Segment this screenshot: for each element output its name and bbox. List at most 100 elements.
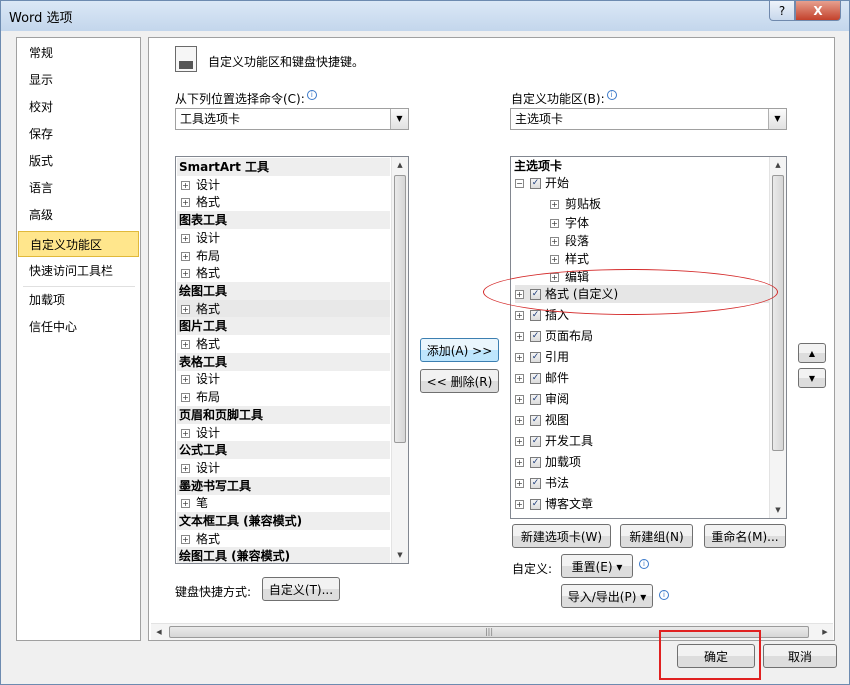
command-item[interactable]: + 格式 — [177, 264, 220, 282]
keyboard-customize-button[interactable]: 自定义(T)... — [262, 577, 340, 601]
expand-icon[interactable]: + — [515, 458, 524, 467]
close-button[interactable]: X — [795, 1, 841, 21]
nav-item-proofing[interactable]: 校对 — [18, 94, 139, 120]
command-group[interactable]: 表格工具 — [177, 352, 390, 371]
expand-icon[interactable]: + — [515, 500, 524, 509]
ribbon-group-item[interactable]: + 段落 — [550, 232, 589, 250]
commands-list[interactable]: ▲ ▼ SmartArt 工具 + 设计 + 格式 图表工具 + 设计 + 布局 + 格式 绘图工具 + 格… — [175, 156, 409, 564]
command-item[interactable]: + 设计 — [177, 424, 220, 442]
help-button[interactable]: ? — [769, 1, 795, 21]
command-item[interactable]: + 设计 — [177, 229, 220, 247]
command-item[interactable]: + 布局 — [177, 247, 220, 265]
command-item[interactable]: + 格式 — [177, 193, 220, 211]
nav-item-trust-center[interactable]: 信任中心 — [18, 314, 139, 340]
expand-icon[interactable]: + — [181, 304, 190, 314]
expand-icon[interactable]: + — [550, 255, 559, 264]
ribbon-tabs-combo[interactable]: 主选项卡 ▼ — [510, 108, 787, 130]
ribbon-tab-item[interactable]: + ✓ 博客文章 — [515, 495, 593, 513]
expand-icon[interactable]: + — [515, 437, 524, 446]
command-group[interactable]: 绘图工具 (兼容模式) — [177, 547, 390, 563]
ribbon-tree-scrollbar[interactable]: ▲ ▼ — [769, 157, 786, 518]
move-up-button[interactable]: ▲ — [798, 343, 826, 363]
expand-icon[interactable]: + — [181, 463, 190, 473]
command-group[interactable]: 公式工具 — [177, 441, 390, 460]
command-group[interactable]: 绘图工具 — [177, 281, 390, 300]
expand-icon[interactable]: + — [550, 237, 559, 246]
import-export-button[interactable]: 导入/导出(P) ▾ — [561, 584, 653, 608]
checkbox[interactable]: ✓ — [530, 457, 541, 468]
checkbox[interactable]: ✓ — [530, 373, 541, 384]
ribbon-group-item[interactable]: + 字体 — [550, 214, 589, 232]
expand-icon[interactable]: + — [515, 311, 524, 320]
ribbon-tree[interactable]: 主选项卡 ▲ ▼ − ✓ 开始 + 剪贴板 + 字体 + 段落 + 样式 + 编辑 + ✓ 格式 (自定义) +… — [510, 156, 787, 519]
ribbon-tab-item[interactable]: + ✓ 视图 — [515, 411, 569, 429]
scroll-down-icon[interactable]: ▼ — [392, 547, 408, 563]
new-group-button[interactable]: 新建组(N) — [620, 524, 693, 548]
checkbox[interactable]: ✓ — [530, 310, 541, 321]
choose-commands-combo[interactable]: 工具选项卡 ▼ — [175, 108, 409, 130]
ribbon-tab-item[interactable]: − ✓ 开始 — [515, 174, 569, 192]
expand-icon[interactable]: + — [181, 180, 190, 190]
expand-icon[interactable]: + — [181, 340, 190, 349]
add-button[interactable]: 添加(A) >> — [420, 338, 499, 362]
command-group[interactable]: 图表工具 — [177, 211, 390, 230]
expand-icon[interactable]: + — [181, 233, 190, 243]
expand-icon[interactable]: + — [181, 251, 190, 261]
nav-item-addins[interactable]: 加载项 — [18, 287, 139, 313]
command-item[interactable]: + 格式 — [177, 335, 220, 353]
expand-icon[interactable]: + — [181, 499, 190, 509]
expand-icon[interactable]: + — [550, 200, 559, 209]
nav-item-quick-access[interactable]: 快速访问工具栏 — [18, 258, 139, 284]
ribbon-tab-item[interactable]: + ✓ 书法 — [515, 474, 569, 492]
chevron-down-icon[interactable]: ▼ — [768, 109, 786, 129]
command-item[interactable]: + 设计 — [177, 459, 220, 477]
expand-icon[interactable]: + — [181, 269, 190, 279]
ribbon-group-item[interactable]: + 样式 — [550, 250, 589, 268]
checkbox[interactable]: ✓ — [530, 436, 541, 447]
checkbox[interactable]: ✓ — [530, 415, 541, 426]
command-group[interactable]: 墨迹书写工具 — [177, 476, 390, 495]
commands-list-scrollbar[interactable]: ▲ ▼ — [391, 157, 408, 563]
command-item[interactable]: + 格式 — [177, 299, 390, 318]
expand-icon[interactable]: + — [515, 479, 524, 488]
cancel-button[interactable]: 取消 — [763, 644, 837, 668]
command-item[interactable]: + 笔 — [177, 494, 208, 512]
expand-icon[interactable]: + — [181, 198, 190, 208]
ribbon-tab-item[interactable]: + ✓ 开发工具 — [515, 432, 593, 450]
rename-button[interactable]: 重命名(M)... — [704, 524, 786, 548]
nav-item-general[interactable]: 常规 — [18, 40, 139, 66]
nav-item-layout[interactable]: 版式 — [18, 148, 139, 174]
ribbon-group-item[interactable]: + 剪贴板 — [550, 195, 601, 213]
command-group[interactable]: 文本框工具 (兼容模式) — [177, 512, 390, 530]
checkbox[interactable]: ✓ — [530, 178, 541, 189]
move-down-button[interactable]: ▼ — [798, 368, 826, 388]
reset-button[interactable]: 重置(E) ▾ — [561, 554, 633, 578]
command-item[interactable]: + 格式 — [177, 530, 220, 548]
expand-icon[interactable]: + — [181, 428, 190, 438]
expand-icon[interactable]: + — [515, 353, 524, 362]
command-item[interactable]: + 设计 — [177, 176, 220, 194]
remove-button[interactable]: << 删除(R) — [420, 369, 499, 393]
expand-icon[interactable]: + — [181, 393, 190, 403]
checkbox[interactable]: ✓ — [530, 394, 541, 405]
ribbon-tab-item[interactable]: + ✓ 页面布局 — [515, 327, 593, 345]
command-group[interactable]: 图片工具 — [177, 317, 390, 336]
expand-icon[interactable]: + — [515, 374, 524, 383]
scroll-up-icon[interactable]: ▲ — [770, 157, 786, 173]
scroll-thumb[interactable] — [394, 175, 406, 443]
checkbox[interactable]: ✓ — [530, 499, 541, 510]
expand-icon[interactable]: + — [181, 375, 190, 385]
checkbox[interactable]: ✓ — [530, 352, 541, 363]
command-item[interactable]: + 布局 — [177, 388, 220, 406]
scroll-thumb[interactable] — [772, 175, 784, 451]
ribbon-tab-item[interactable]: + ✓ 引用 — [515, 348, 569, 366]
expand-icon[interactable]: + — [515, 395, 524, 404]
command-item[interactable]: + 设计 — [177, 370, 220, 388]
nav-item-save[interactable]: 保存 — [18, 121, 139, 147]
scroll-down-icon[interactable]: ▼ — [770, 502, 786, 518]
ribbon-tab-item[interactable]: + ✓ 审阅 — [515, 390, 569, 408]
nav-item-advanced[interactable]: 高级 — [18, 202, 139, 228]
collapse-icon[interactable]: − — [515, 179, 524, 188]
nav-item-customize-ribbon[interactable]: 自定义功能区 — [18, 231, 139, 257]
ribbon-tab-item[interactable]: + ✓ 邮件 — [515, 369, 569, 387]
